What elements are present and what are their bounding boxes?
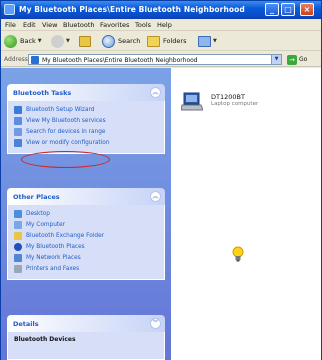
- address-value: My Bluetooth Places\Entire Bluetooth Nei…: [42, 56, 198, 64]
- device-item[interactable]: DT1200BT Laptop computer: [181, 92, 311, 116]
- up-folder-button[interactable]: [79, 34, 91, 48]
- collapse-icon[interactable]: ︽: [150, 191, 161, 202]
- address-input[interactable]: My Bluetooth Places\Entire Bluetooth Nei…: [28, 54, 282, 65]
- place-my-computer[interactable]: My Computer: [14, 220, 158, 230]
- menu-bar: File Edit View Bluetooth Favorites Tools…: [1, 19, 321, 31]
- menu-help[interactable]: Help: [157, 21, 172, 29]
- desktop-icon: [14, 210, 22, 218]
- menu-bluetooth[interactable]: Bluetooth: [63, 21, 95, 29]
- task-setup-wizard[interactable]: Bluetooth Setup Wizard: [14, 105, 158, 115]
- folders-icon: [147, 35, 160, 47]
- up-folder-icon: [79, 35, 91, 47]
- details-panel: Details ︾ Bluetooth Devices: [7, 315, 165, 360]
- menu-file[interactable]: File: [5, 21, 16, 29]
- minimize-button[interactable]: _: [265, 3, 279, 16]
- menu-tools[interactable]: Tools: [135, 21, 151, 29]
- back-arrow-icon: [4, 34, 17, 48]
- menu-view[interactable]: View: [42, 21, 57, 29]
- close-button[interactable]: ×: [300, 3, 314, 16]
- chevron-down-icon: ▼: [213, 38, 217, 44]
- place-exchange-folder[interactable]: Bluetooth Exchange Folder: [14, 231, 158, 241]
- explorer-window: My Bluetooth Places\Entire Bluetooth Nei…: [0, 0, 322, 360]
- chevron-down-icon: ▼: [37, 38, 42, 44]
- network-icon: [14, 254, 22, 262]
- highlight-annotation: [21, 151, 110, 168]
- menu-favorites[interactable]: Favorites: [100, 21, 129, 29]
- maximize-button[interactable]: □: [281, 3, 295, 16]
- address-bar: Address My Bluetooth Places\Entire Bluet…: [1, 52, 321, 67]
- place-printers-faxes[interactable]: Printers and Faxes: [14, 264, 158, 274]
- device-name: DT1200BT: [211, 93, 245, 101]
- task-view-configuration[interactable]: View or modify configuration: [14, 138, 158, 148]
- views-icon: [198, 35, 211, 47]
- back-button[interactable]: Back ▼: [4, 34, 42, 48]
- place-desktop[interactable]: Desktop: [14, 209, 158, 219]
- my-computer-icon: [14, 221, 22, 229]
- views-button[interactable]: ▼: [198, 34, 217, 48]
- forward-arrow-icon: [51, 34, 64, 48]
- go-arrow-icon: →: [287, 54, 297, 65]
- details-name: Bluetooth Devices: [14, 336, 76, 343]
- light-bulb-icon: [232, 246, 244, 262]
- chevron-down-icon: ▼: [66, 38, 70, 44]
- panel-title: Details: [13, 320, 39, 328]
- services-icon: [14, 117, 22, 125]
- printer-icon: [14, 265, 22, 273]
- window-title: My Bluetooth Places\Entire Bluetooth Nei…: [19, 5, 245, 14]
- laptop-icon: [181, 92, 203, 111]
- collapse-icon[interactable]: ︽: [150, 87, 161, 98]
- folder-icon: [14, 232, 22, 240]
- other-places-header[interactable]: Other Places ︽: [7, 188, 165, 205]
- go-button[interactable]: → Go: [287, 54, 317, 65]
- address-label: Address: [4, 56, 28, 63]
- address-dropdown-icon[interactable]: ▼: [271, 55, 281, 64]
- search-button[interactable]: Search: [102, 34, 140, 48]
- task-search-devices[interactable]: Search for devices in range: [14, 127, 158, 137]
- search-devices-icon: [14, 128, 22, 136]
- folders-button[interactable]: Folders: [147, 34, 186, 48]
- bluetooth-icon: [31, 56, 39, 64]
- search-icon: [102, 34, 115, 48]
- other-places-panel: Other Places ︽ Desktop My Computer Bluet…: [7, 188, 165, 280]
- device-type: Laptop computer: [211, 101, 259, 107]
- details-header[interactable]: Details ︾: [7, 315, 165, 332]
- task-view-services[interactable]: View My Bluetooth services: [14, 116, 158, 126]
- bluetooth-tasks-panel: Bluetooth Tasks ︽ Bluetooth Setup Wizard…: [7, 84, 165, 154]
- title-bar[interactable]: My Bluetooth Places\Entire Bluetooth Nei…: [1, 1, 321, 19]
- place-network-places[interactable]: My Network Places: [14, 253, 158, 263]
- collapse-icon[interactable]: ︾: [150, 318, 161, 329]
- place-bluetooth-places[interactable]: My Bluetooth Places: [14, 242, 158, 252]
- bluetooth-icon: [4, 4, 15, 15]
- panel-title: Other Places: [13, 193, 60, 201]
- toolbar: Back ▼ ▼ Search Folders ▼: [1, 31, 321, 51]
- bluetooth-icon: [14, 243, 22, 251]
- configuration-icon: [14, 139, 22, 147]
- content-area: DT1200BT Laptop computer: [171, 68, 321, 360]
- forward-button[interactable]: ▼: [51, 34, 70, 48]
- wizard-icon: [14, 106, 22, 114]
- task-pane: Bluetooth Tasks ︽ Bluetooth Setup Wizard…: [1, 68, 171, 360]
- panel-title: Bluetooth Tasks: [13, 89, 72, 97]
- bluetooth-tasks-header[interactable]: Bluetooth Tasks ︽: [7, 84, 165, 101]
- menu-edit[interactable]: Edit: [23, 21, 36, 29]
